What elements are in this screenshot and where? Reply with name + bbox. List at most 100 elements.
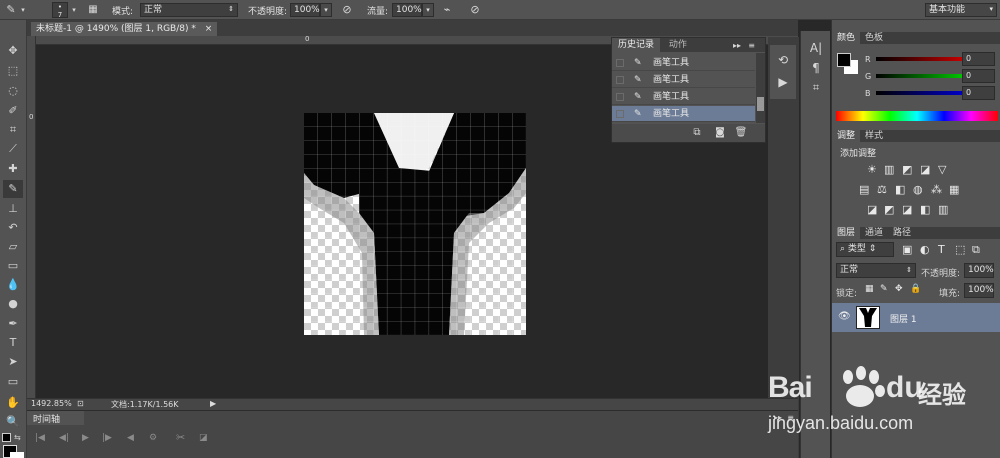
opacity-dropdown[interactable]: ▾	[320, 3, 332, 17]
document-tab[interactable]: 未标题-1 @ 1490% (图层 1, RGB/8) * ×	[31, 22, 218, 36]
clone-stamp-tool-icon[interactable]: ⊥	[3, 200, 23, 218]
airbrush-icon[interactable]: ⌁	[440, 3, 454, 17]
path-selection-tool-icon[interactable]: ➤	[3, 353, 23, 371]
exposure-icon[interactable]: ◪	[920, 163, 930, 176]
tab-channels[interactable]: 通道	[860, 227, 888, 239]
document-canvas-image[interactable]	[304, 113, 526, 335]
history-source-checkbox[interactable]	[616, 59, 624, 67]
eye-visibility-icon[interactable]: 👁	[838, 311, 851, 322]
dodge-tool-icon[interactable]: ●	[3, 295, 23, 313]
g-value-input[interactable]: 0	[962, 69, 995, 83]
filter-smart-icon[interactable]: ⧉	[972, 243, 980, 257]
layer-name[interactable]: 图层 1	[890, 312, 917, 325]
eyedropper-tool-icon[interactable]: ⟋	[3, 140, 23, 158]
history-brush-tool-icon[interactable]: ↶	[3, 219, 23, 237]
hue-saturation-icon[interactable]: ▤	[859, 183, 869, 196]
tab-actions[interactable]: 动作	[663, 38, 693, 52]
crop-tool-icon[interactable]: ⌗	[3, 121, 23, 139]
status-menu-arrow-icon[interactable]: ▶	[210, 399, 216, 408]
black-white-icon[interactable]: ◧	[895, 183, 905, 196]
healing-brush-tool-icon[interactable]: ✚	[3, 160, 23, 178]
quick-select-tool-icon[interactable]: ✐	[3, 102, 23, 120]
history-source-checkbox[interactable]	[616, 93, 624, 101]
tab-timeline[interactable]: 时间轴	[27, 411, 84, 425]
scrollbar-thumb[interactable]	[757, 97, 764, 111]
threshold-icon[interactable]: ◪	[902, 203, 912, 216]
invert-icon[interactable]: ◪	[867, 203, 877, 216]
history-source-checkbox[interactable]	[616, 110, 624, 118]
first-frame-icon[interactable]: |◀	[35, 433, 45, 443]
foreground-color-swatch-front[interactable]	[837, 53, 851, 67]
tab-layers[interactable]: 图层	[832, 227, 861, 239]
type-tool-icon[interactable]: T	[3, 334, 23, 352]
brush-picker-chevron-icon[interactable]: ▾	[70, 3, 78, 17]
layer-opacity-input[interactable]: 100%	[964, 263, 994, 278]
lasso-tool-icon[interactable]: ◌	[3, 82, 23, 100]
color-spectrum-bar[interactable]	[836, 111, 998, 121]
color-lookup-icon[interactable]: ▦	[949, 183, 959, 196]
brightness-contrast-icon[interactable]: ☀	[867, 163, 877, 176]
history-item-selected[interactable]: ✎ 画笔工具	[612, 106, 755, 122]
lock-all-icon[interactable]: 🔒	[910, 284, 921, 294]
zoom-level[interactable]: 1492.85%	[31, 399, 72, 408]
vibrance-icon[interactable]: ▽	[938, 163, 946, 176]
fill-input[interactable]: 100%	[964, 283, 994, 298]
mode-select[interactable]: 正常 ⇕	[140, 3, 238, 17]
curves-icon[interactable]: ◩	[902, 163, 912, 176]
color-balance-icon[interactable]: ⚖	[877, 183, 887, 196]
background-color-swatch[interactable]	[10, 452, 24, 458]
filter-pixel-icon[interactable]: ▣	[902, 243, 912, 256]
trash-icon[interactable]: 🗑	[734, 126, 748, 140]
workspace-switcher[interactable]: 基本功能 ▾	[925, 3, 997, 17]
b-value-input[interactable]: 0	[962, 86, 995, 100]
layer-row[interactable]: 👁 图层 1	[832, 303, 1000, 332]
opacity-input[interactable]: 100%	[290, 3, 320, 17]
new-document-from-state-icon[interactable]: ⧉	[690, 126, 704, 140]
eraser-tool-icon[interactable]: ▱	[3, 238, 23, 256]
layer-kind-filter[interactable]: ⌕ 类型 ⇕	[836, 242, 894, 257]
history-item[interactable]: ✎ 画笔工具	[612, 89, 755, 105]
hand-tool-icon[interactable]: ✋	[3, 394, 23, 412]
filter-type-icon[interactable]: T	[938, 243, 945, 256]
flow-input[interactable]: 100%	[392, 3, 422, 17]
swap-colors-icon[interactable]: ⇆	[14, 433, 24, 443]
brush-tool-icon[interactable]: ✎	[3, 180, 23, 198]
camera-snapshot-icon[interactable]: ◙	[713, 126, 727, 140]
posterize-icon[interactable]: ◩	[884, 203, 894, 216]
tool-preset-chevron-icon[interactable]: ▾	[19, 3, 27, 17]
tab-styles[interactable]: 样式	[860, 130, 888, 142]
settings-gear-icon[interactable]: ⚙	[149, 433, 157, 443]
history-source-checkbox[interactable]	[616, 76, 624, 84]
levels-icon[interactable]: ▥	[884, 163, 894, 176]
r-value-input[interactable]: 0	[962, 52, 995, 66]
gradient-map-icon[interactable]: ▥	[938, 203, 948, 216]
zoom-tool-icon[interactable]: 🔍	[3, 413, 23, 431]
lock-transparent-icon[interactable]: ▦	[865, 284, 874, 294]
pen-tool-icon[interactable]: ✒	[3, 315, 23, 333]
channel-mixer-icon[interactable]: ⁂	[931, 183, 942, 196]
tab-adjustments[interactable]: 调整	[832, 130, 861, 142]
character-panel-icon[interactable]: A|	[809, 41, 823, 55]
history-scrollbar[interactable]	[756, 53, 765, 123]
brush-presets-icon[interactable]: ⌗	[809, 81, 823, 95]
transition-icon[interactable]: ◪	[199, 433, 208, 443]
panel-menu-icon[interactable]: ≡	[742, 39, 761, 53]
blur-tool-icon[interactable]: 💧	[3, 276, 23, 294]
split-scissors-icon[interactable]: ✂	[176, 431, 185, 444]
gradient-tool-icon[interactable]: ▭	[3, 257, 23, 275]
tab-swatches[interactable]: 色板	[860, 32, 888, 44]
filter-shape-icon[interactable]: ⬚	[955, 243, 965, 256]
marquee-tool-icon[interactable]: ⬚	[3, 62, 23, 80]
brush-panel-toggle-icon[interactable]: ▦	[86, 3, 100, 17]
rectangle-tool-icon[interactable]: ▭	[3, 373, 23, 391]
paragraph-panel-icon[interactable]: ¶	[809, 61, 823, 75]
history-item[interactable]: ✎ 画笔工具	[612, 55, 755, 71]
tab-color[interactable]: 颜色	[832, 32, 861, 44]
move-tool-icon[interactable]: ✥	[3, 42, 23, 60]
lock-position-icon[interactable]: ✥	[895, 284, 903, 294]
pressure-opacity-icon[interactable]: ⊘	[340, 3, 354, 17]
tab-paths[interactable]: 路径	[888, 227, 916, 239]
selective-color-icon[interactable]: ◧	[920, 203, 930, 216]
previous-frame-icon[interactable]: ◀|	[59, 433, 69, 443]
next-frame-icon[interactable]: |▶	[102, 433, 112, 443]
